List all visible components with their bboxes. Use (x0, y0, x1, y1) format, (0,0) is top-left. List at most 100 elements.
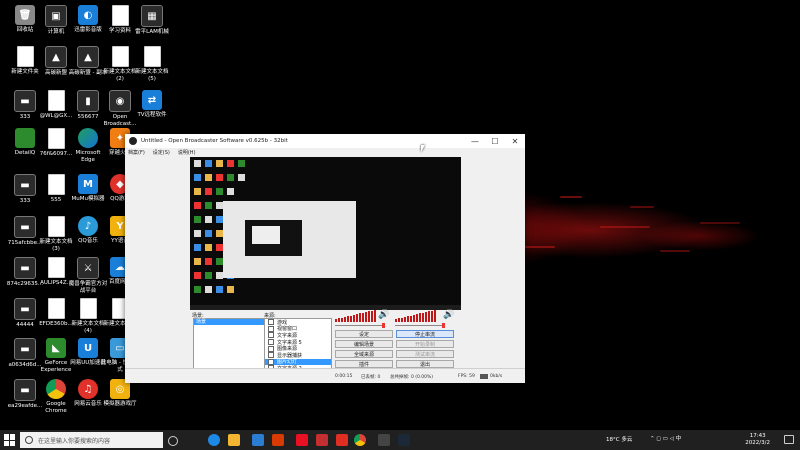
menu-file[interactable]: 档案(F) (128, 149, 145, 156)
task-view-icon[interactable] (168, 436, 178, 446)
preview-desktop-icon (205, 160, 212, 167)
desktop-icon[interactable]: 新建文本文档(4) (71, 298, 105, 334)
netease-music-icon: ♫ (78, 379, 98, 399)
taskbar: 在这里输入你要搜索的内容 18°C 多云 ⌃ ◻ ▭ ◁ 中 17:43 202… (0, 430, 800, 450)
netease-icon[interactable] (316, 434, 328, 446)
desktop-icon[interactable]: 新建文本文档(3) (39, 216, 73, 252)
desktop-icon[interactable]: Microsoft Edge (71, 128, 105, 163)
title-bar[interactable]: Untitled - Open Broadcaster Software v0.… (125, 134, 525, 148)
source-visibility-checkbox[interactable] (268, 325, 274, 332)
minimize-icon[interactable]: — (465, 134, 485, 148)
uu-icon: U (78, 338, 98, 358)
preview-window (223, 201, 356, 278)
source-item[interactable]: 显示器捕获 (265, 352, 331, 359)
source-item[interactable]: 文字来源 5 (265, 339, 331, 346)
preview-desktop-icon (205, 174, 212, 181)
document-icon (143, 46, 161, 67)
wallpaper-streak (560, 196, 582, 198)
plugins-button[interactable]: 插件 (335, 360, 393, 368)
search-placeholder: 在这里输入你要搜索的内容 (38, 437, 111, 445)
meter-bar (401, 317, 403, 322)
preview-desktop-icon (205, 244, 212, 251)
meter-bar (353, 314, 355, 322)
chrome-icon (46, 379, 66, 399)
steam-icon[interactable] (398, 434, 410, 446)
desktop-icon[interactable]: ◉ Open Broadcast... (103, 90, 137, 127)
desktop-icon[interactable]: 新建文本文档(5) (135, 46, 169, 82)
test-stream-button[interactable]: 测试串流 (396, 350, 454, 358)
file-explorer-icon[interactable] (228, 434, 240, 446)
source-item[interactable]: 游戏 (265, 319, 331, 326)
meter-bar (434, 309, 436, 322)
source-visibility-checkbox[interactable] (268, 319, 274, 326)
notification-icon[interactable] (784, 435, 794, 444)
clock[interactable]: 17:43 2022/3/2 (745, 433, 770, 447)
settings-button[interactable]: 设定 (335, 330, 393, 338)
desktop-icon[interactable]: Google Chrome (39, 379, 73, 414)
source-visibility-checkbox[interactable] (268, 345, 274, 352)
preview-desktop-icon (205, 202, 212, 209)
global-sources-button[interactable]: 全域来源 (335, 350, 393, 358)
edge-icon[interactable] (208, 434, 220, 446)
taskbar-search[interactable]: 在这里输入你要搜索的内容 (20, 432, 163, 448)
meter-bar (359, 313, 361, 322)
meter-bar (413, 314, 415, 322)
source-visibility-checkbox[interactable] (268, 332, 274, 339)
total-dropped-frames: 总共掉帧: 0 (0.00%) (390, 375, 434, 380)
preview-desktop-icon (194, 244, 201, 251)
preview-desktop-icon (227, 160, 234, 167)
slider-knob[interactable] (442, 323, 445, 328)
desktop-icon[interactable]: ▦ 雷平LAM机械 (135, 5, 169, 36)
desktop-icon[interactable]: ◎ 模拟器游戏厅 (103, 379, 137, 408)
menu-bar: 档案(F) 设定(S) 说明(H) (125, 148, 525, 157)
dropped-frames: 已丢帧: 0 (361, 375, 381, 380)
pdd-icon[interactable] (336, 434, 348, 446)
exit-button[interactable]: 退出 (396, 360, 454, 368)
media-icon[interactable] (272, 434, 284, 446)
search-icon (25, 436, 33, 444)
preview-desktop-icon (194, 188, 201, 195)
desktop-audio-meter (335, 309, 376, 322)
scene-item[interactable]: 场景 (194, 319, 264, 325)
preview-desktop-icon (238, 174, 245, 181)
source-visibility-checkbox[interactable] (268, 358, 274, 365)
meter-bar (338, 318, 340, 322)
game-icon[interactable] (296, 434, 308, 446)
close-icon[interactable]: ✕ (505, 134, 525, 148)
wallpaper-streak (630, 206, 654, 208)
menu-help[interactable]: 说明(H) (178, 149, 196, 156)
desktop-icon[interactable]: ◣ GeForce Experience (39, 338, 73, 373)
desktop-icon[interactable]: ⚔ 魔兽争霸官方对战平台 (69, 257, 107, 294)
preview-desktop-icon (194, 160, 201, 167)
meter-bar (425, 312, 427, 322)
scenes-list[interactable]: 场景 (193, 318, 265, 373)
meter-bar (407, 316, 409, 322)
start-button[interactable] (4, 434, 16, 446)
obs-icon: ◉ (109, 90, 131, 112)
mic-icon[interactable]: 🔊 (443, 310, 454, 320)
desktop-volume-slider[interactable] (335, 323, 385, 328)
stream-preview[interactable] (190, 157, 461, 310)
windows-logo-icon (4, 440, 9, 446)
stop-stream-button[interactable]: 停止串流 (396, 330, 454, 338)
app-icon: ▲ (45, 46, 67, 68)
chrome-icon[interactable] (354, 434, 366, 446)
desktop-speaker-icon[interactable]: 🔊 (378, 310, 389, 320)
source-item[interactable]: 视窗窗口 (265, 325, 331, 332)
start-recording-button[interactable]: 开始录制 (396, 340, 454, 348)
source-visibility-checkbox[interactable] (268, 352, 274, 359)
desktop-icon[interactable]: ⇄ TV远程软件 (135, 90, 169, 119)
menu-settings[interactable]: 设定(S) (153, 149, 170, 156)
sources-list[interactable]: 游戏视窗窗口文字来源文字来源 5图像来源显示器捕获图片幻灯文字来源 2 (264, 318, 332, 373)
preview-desktop-icon (194, 202, 201, 209)
obs-icon[interactable] (378, 434, 390, 446)
obs-window[interactable]: Untitled - Open Broadcaster Software v0.… (125, 134, 525, 383)
tray-icons[interactable]: ⌃ ◻ ▭ ◁ 中 (650, 434, 681, 442)
edit-scene-button[interactable]: 编辑场景 (335, 340, 393, 348)
weather-widget[interactable]: 18°C 多云 (606, 435, 632, 443)
maximize-icon[interactable]: ☐ (485, 134, 505, 148)
mic-volume-slider[interactable] (395, 323, 445, 328)
slider-knob[interactable] (382, 323, 385, 328)
source-visibility-checkbox[interactable] (268, 339, 274, 346)
mail-icon[interactable] (252, 434, 264, 446)
